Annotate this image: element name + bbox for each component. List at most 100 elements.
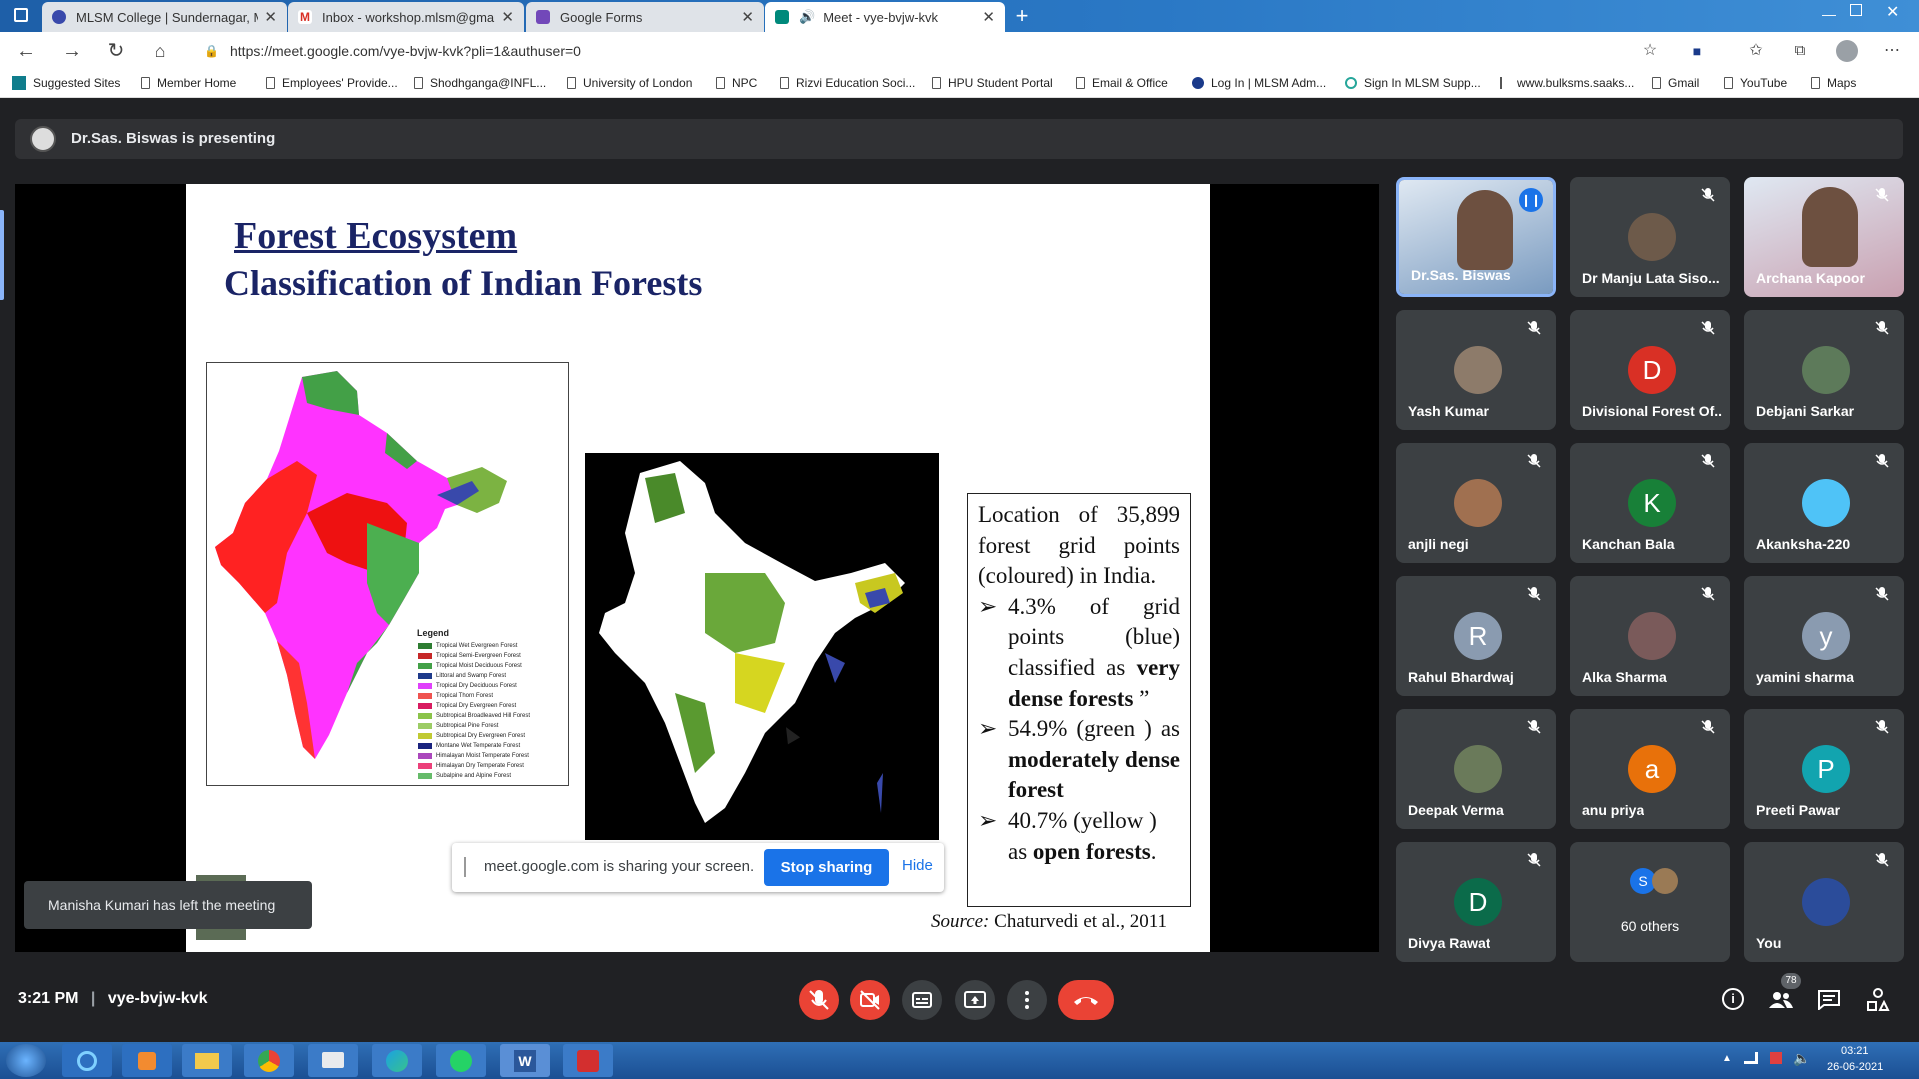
restore-icon[interactable]: [1850, 4, 1862, 16]
present-now-button[interactable]: [955, 980, 995, 1020]
page-icon: [780, 77, 789, 89]
participant-tile[interactable]: Archana Kapoor: [1744, 177, 1904, 297]
participant-tile[interactable]: y yamini sharma: [1744, 576, 1904, 696]
mic-muted-icon: [1526, 586, 1542, 602]
participant-tile[interactable]: You: [1744, 842, 1904, 962]
tab-meet[interactable]: 🔊 Meet - vye-bvjw-kvk ✕: [765, 2, 1005, 32]
taskbar-feedback-icon[interactable]: [308, 1044, 358, 1077]
participant-tile[interactable]: Dr.Sas. Biswas ❙❙: [1396, 177, 1556, 297]
legend-item: Subtropical Dry Evergreen Forest: [418, 731, 558, 741]
slide-source: Source: Chaturvedi et al., 2011: [931, 911, 1168, 932]
hide-button[interactable]: Hide: [902, 857, 933, 874]
close-icon[interactable]: ✕: [264, 8, 277, 26]
tray-flag-icon[interactable]: [1770, 1052, 1782, 1064]
participant-tile[interactable]: D Divisional Forest Of...: [1570, 310, 1730, 430]
participant-tile[interactable]: Alka Sharma: [1570, 576, 1730, 696]
tray-network-icon[interactable]: [1744, 1052, 1758, 1064]
bookmark-email-office[interactable]: Email & Office: [1076, 76, 1168, 90]
taskbar-word-icon[interactable]: W: [500, 1044, 550, 1077]
participant-tile[interactable]: K Kanchan Bala: [1570, 443, 1730, 563]
taskbar-ie-icon[interactable]: [62, 1044, 112, 1077]
bookmark-member-home[interactable]: Member Home: [141, 76, 236, 90]
close-icon[interactable]: ✕: [501, 8, 514, 26]
participant-tile[interactable]: Yash Kumar: [1396, 310, 1556, 430]
home-icon[interactable]: ⌂: [148, 40, 172, 62]
bookmark-npc[interactable]: NPC: [716, 76, 757, 90]
taskbar-media-player-icon[interactable]: [122, 1044, 172, 1077]
participant-tile[interactable]: R Rahul Bhardwaj: [1396, 576, 1556, 696]
chat-button[interactable]: [1818, 990, 1840, 1012]
participant-name: Debjani Sarkar: [1756, 403, 1855, 419]
bookmark-hpu-portal[interactable]: HPU Student Portal: [932, 76, 1053, 90]
participant-tile[interactable]: S 60 others: [1570, 842, 1730, 962]
bookmark-bulksms[interactable]: www.bulksms.saaks...: [1500, 76, 1634, 90]
taskbar-whatsapp-icon[interactable]: [436, 1044, 486, 1077]
camera-off-button[interactable]: [850, 980, 890, 1020]
participant-tile[interactable]: P Preeti Pawar: [1744, 709, 1904, 829]
left-edge-handle[interactable]: [0, 210, 4, 300]
minimize-icon[interactable]: —: [1822, 6, 1836, 22]
bookmark-mlsm-support[interactable]: Sign In MLSM Supp...: [1345, 76, 1481, 90]
favorites-icon[interactable]: ✩: [1744, 40, 1768, 62]
extension-icon[interactable]: ■: [1685, 40, 1709, 62]
legend-label: Himalayan Moist Temperate Forest: [436, 753, 529, 759]
start-button[interactable]: [6, 1044, 46, 1077]
people-button[interactable]: [1768, 988, 1794, 1012]
participant-tile[interactable]: a anu priya: [1570, 709, 1730, 829]
taskbar-chrome-icon[interactable]: [244, 1044, 294, 1077]
taskbar-file-explorer-icon[interactable]: [182, 1044, 232, 1077]
taskbar-edge-icon[interactable]: [372, 1044, 422, 1077]
profile-avatar[interactable]: [1836, 40, 1858, 62]
participant-name: You: [1756, 935, 1782, 951]
india-grid-points-map-image: [599, 461, 905, 823]
collections-icon[interactable]: ⧉: [1788, 40, 1812, 62]
bookmark-maps[interactable]: Maps: [1811, 76, 1856, 90]
tray-volume-icon[interactable]: 🔈: [1793, 1050, 1810, 1067]
tab-google-forms[interactable]: Google Forms ✕: [526, 2, 764, 32]
bing-icon: [12, 76, 26, 90]
window-close-icon[interactable]: ✕: [1886, 2, 1899, 22]
page-icon: [266, 77, 275, 89]
activities-button[interactable]: [1866, 988, 1890, 1012]
legend-item: Montane Wet Temperate Forest: [418, 741, 558, 751]
participant-tile[interactable]: Deepak Verma: [1396, 709, 1556, 829]
leave-call-button[interactable]: [1058, 980, 1114, 1020]
star-add-icon[interactable]: ☆: [1638, 40, 1662, 62]
participant-name: Divya Rawat: [1408, 935, 1491, 951]
participant-tile[interactable]: Dr Manju Lata Siso...: [1570, 177, 1730, 297]
mic-off-button[interactable]: [799, 980, 839, 1020]
bookmark-employees[interactable]: Employees' Provide...: [266, 76, 398, 90]
url-input[interactable]: 🔒 https://meet.google.com/vye-bvjw-kvk?p…: [190, 37, 1630, 65]
bookmark-suggested-sites[interactable]: Suggested Sites: [12, 76, 120, 90]
bookmark-university-of-london[interactable]: University of London: [567, 76, 692, 90]
meet-favicon: [775, 10, 789, 24]
tab-inbox[interactable]: M Inbox - workshop.mlsm@gmail.c ✕: [288, 2, 524, 32]
taskbar-acrobat-icon[interactable]: [563, 1044, 613, 1077]
participant-tile[interactable]: D Divya Rawat: [1396, 842, 1556, 962]
captions-button[interactable]: [902, 980, 942, 1020]
meeting-details-icon[interactable]: i: [1722, 988, 1744, 1010]
bookmark-gmail[interactable]: Gmail: [1652, 76, 1699, 90]
bookmark-shodhganga[interactable]: Shodhganga@INFL...: [414, 76, 546, 90]
bookmark-youtube[interactable]: YouTube: [1724, 76, 1787, 90]
drag-handle-icon[interactable]: [464, 857, 466, 877]
forward-icon[interactable]: →: [60, 40, 84, 62]
bookmark-rizvi[interactable]: Rizvi Education Soci...: [780, 76, 915, 90]
participant-tile[interactable]: anjli negi: [1396, 443, 1556, 563]
close-icon[interactable]: ✕: [982, 8, 995, 26]
tray-show-hidden-icon[interactable]: ▲: [1722, 1053, 1732, 1064]
stop-sharing-button[interactable]: Stop sharing: [764, 849, 889, 886]
more-menu-icon[interactable]: ⋯: [1880, 40, 1904, 62]
tray-time[interactable]: 03:21: [1841, 1045, 1869, 1057]
participant-tile[interactable]: Akanksha-220: [1744, 443, 1904, 563]
back-icon[interactable]: ←: [14, 40, 38, 62]
participant-tile[interactable]: Debjani Sarkar: [1744, 310, 1904, 430]
close-icon[interactable]: ✕: [741, 8, 754, 26]
tray-date[interactable]: 26-06-2021: [1827, 1061, 1883, 1073]
tab-mlsm-college[interactable]: MLSM College | Sundernagar, M ✕: [42, 2, 287, 32]
reload-icon[interactable]: ↻: [104, 40, 128, 62]
more-options-button[interactable]: [1007, 980, 1047, 1020]
new-tab-button[interactable]: +: [1009, 5, 1035, 29]
bookmark-mlsm-admin[interactable]: Log In | MLSM Adm...: [1192, 76, 1326, 90]
window-menu-icon[interactable]: [14, 8, 28, 22]
